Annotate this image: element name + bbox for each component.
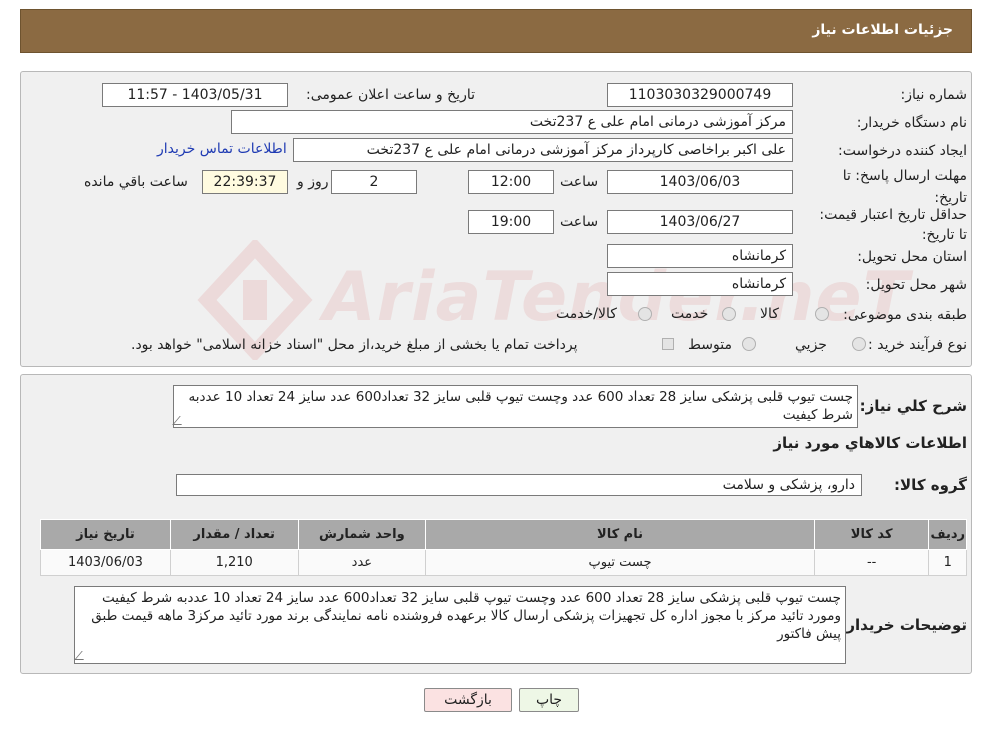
col-qty: تعداد / مقدار [169,519,299,550]
category-label: طبقه بندی موضوعی: [843,307,967,323]
price-validity-label: حداقل تاریخ اعتبار قیمت: تا تاریخ: [819,207,967,243]
page-title: جزئیات اطلاعات نیاز [812,22,953,38]
need-number-field: 1103030329000749 [607,83,793,107]
purchase-small-radio[interactable] [852,337,866,351]
category-service-label: خدمت [671,306,709,322]
page-header: جزئیات اطلاعات نیاز [20,9,972,53]
buyer-org-label: نام دستگاه خریدار: [856,115,967,131]
purchase-small-label: جزیي [795,337,827,353]
cell-qty: 1,210 [169,549,299,576]
remaining-time-label: ساعت باقي مانده [84,174,188,190]
buyer-notes-text: چست تیوپ قلبی پزشکی سایز 28 تعداد 600 عد… [74,586,846,664]
category-goods-label: کالا [760,306,779,322]
watermark-text: AriaTender.neT [323,258,910,337]
cell-row: 1 [928,549,967,576]
requester-label: ایجاد کننده درخواست: [838,143,967,159]
cell-name: چست تیوپ [425,549,815,576]
category-goods-service-radio[interactable] [638,307,652,321]
col-unit: واحد شمارش [297,519,427,550]
purchase-type-label: نوع فرآیند خرید : [868,337,967,353]
category-goods-service-label: کالا/خدمت [556,306,617,322]
province-label: استان محل تحویل: [857,249,967,265]
category-goods-radio[interactable] [815,307,829,321]
payment-note: پرداخت تمام یا بخشی از مبلغ خرید،از محل … [131,337,578,353]
price-validity-time-field: 19:00 [468,210,554,234]
goods-group-label: گروه کالا: [894,476,967,494]
price-validity-date-field: 1403/06/27 [607,210,793,234]
reply-time-label: ساعت [560,174,599,190]
items-table: رديف کد کالا نام کالا واحد شمارش تعداد /… [40,519,967,576]
buyer-org-field: مرکز آموزشی درمانی امام علی ع 237تخت [231,110,793,134]
col-code: کد کالا [813,519,930,550]
need-number-label: شماره نیاز: [900,87,968,103]
category-service-radio[interactable] [722,307,736,321]
table-row: 1 -- چست تیوپ عدد 1,210 1403/06/03 [40,549,967,576]
reply-deadline-label: مهلت ارسال پاسخ: تا تاریخ: [842,168,967,206]
remaining-time-field: 22:39:37 [202,170,288,194]
treasury-checkbox[interactable] [662,338,674,350]
province-field: کرمانشاه [607,244,793,268]
days-remaining-field: 2 [331,170,417,194]
city-label: شهر محل تحویل: [865,277,967,293]
purchase-medium-label: متوسط [688,337,732,353]
general-description-label: شرح كلي نياز: [859,397,967,415]
col-name: نام کالا [425,519,815,550]
purchase-medium-radio[interactable] [742,337,756,351]
reply-deadline-time-field: 12:00 [468,170,554,194]
cell-date: 1403/06/03 [40,549,171,576]
print-button[interactable]: چاپ [519,688,579,712]
items-section-title: اطلاعات كالاهاي مورد نياز [773,434,967,452]
col-row: رديف [928,519,967,550]
price-validity-time-label: ساعت [560,214,599,230]
items-table-header: رديف کد کالا نام کالا واحد شمارش تعداد /… [40,519,967,550]
col-date: تاریخ نیاز [40,519,171,550]
back-button[interactable]: بازگشت [424,688,512,712]
cell-unit: عدد [297,549,427,576]
announce-datetime-field: 1403/05/31 - 11:57 [102,83,288,107]
buyer-notes-label: توضیحات خریدار: [840,616,967,634]
announce-datetime-label: تاریخ و ساعت اعلان عمومی: [306,87,475,103]
goods-group-field: دارو، پزشکی و سلامت [176,474,862,496]
general-description-text: چست تیوپ قلبی پزشکی سایز 28 تعداد 600 عد… [173,385,858,428]
city-field: کرمانشاه [607,272,793,296]
reply-deadline-date-field: 1403/06/03 [607,170,793,194]
cell-code: -- [813,549,930,576]
requester-field: علی اکبر براخاصی کارپرداز مرکز آموزشی در… [293,138,793,162]
buyer-contact-link[interactable]: اطلاعات تماس خریدار [157,141,287,157]
days-label: روز و [297,174,329,190]
